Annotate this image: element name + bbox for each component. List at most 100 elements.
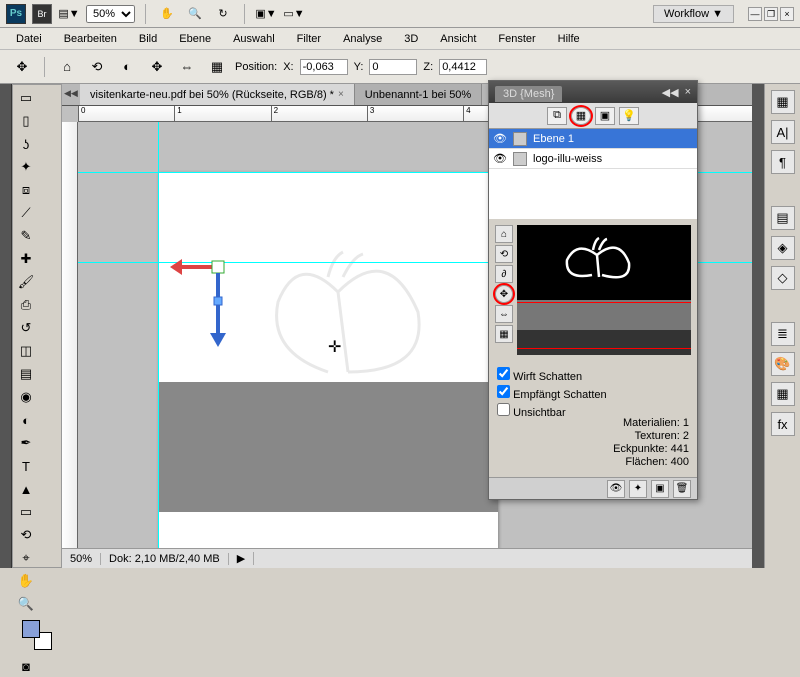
minimize-button[interactable]: —	[748, 7, 762, 21]
preview-scale-icon[interactable]: ▦	[495, 325, 513, 343]
path-select-tool[interactable]: ▲	[15, 478, 37, 500]
character-panel-icon[interactable]: A|	[771, 120, 795, 144]
navigator-panel-icon[interactable]: ▦	[771, 90, 795, 114]
menu-analyse[interactable]: Analyse	[333, 30, 392, 48]
history-panel-icon[interactable]: ≣	[771, 322, 795, 346]
3d-camera-tool[interactable]: ⌖	[15, 547, 37, 569]
pen-tool[interactable]: ✒	[15, 432, 37, 454]
menu-bild[interactable]: Bild	[129, 30, 167, 48]
crop-tool[interactable]: ⧈	[15, 179, 37, 201]
menu-auswahl[interactable]: Auswahl	[223, 30, 285, 48]
zoom-tool[interactable]: 🔍	[15, 593, 37, 615]
close-button[interactable]: ×	[780, 7, 794, 21]
screen-mode-icon[interactable]: ▭▼	[283, 3, 305, 25]
document-tab-inactive[interactable]: Unbenannt-1 bei 50%	[355, 84, 482, 105]
filter-light-icon[interactable]: 💡	[619, 107, 639, 125]
preview-slide-icon[interactable]: ⇔	[495, 305, 513, 323]
3d-panel-tab[interactable]: 3D {Mesh}	[495, 86, 562, 102]
filter-mesh-icon[interactable]: ▦	[571, 107, 591, 125]
new-light-icon[interactable]: ▣	[651, 480, 669, 498]
workspace-switcher[interactable]: Workflow ▼	[653, 5, 734, 23]
menu-bearbeiten[interactable]: Bearbeiten	[54, 30, 127, 48]
3d-scale-icon[interactable]: ▦	[205, 55, 229, 79]
hand-tool[interactable]: ✋	[15, 570, 37, 592]
status-arrow-icon[interactable]: ▶	[229, 552, 254, 565]
zoom-select[interactable]: 50%	[86, 5, 135, 23]
menu-ebene[interactable]: Ebene	[169, 30, 221, 48]
shape-tool[interactable]: ▭	[15, 501, 37, 523]
paragraph-panel-icon[interactable]: ¶	[771, 150, 795, 174]
color-panel-icon[interactable]: 🎨	[771, 352, 795, 376]
marquee-tool[interactable]: ▯	[15, 110, 37, 132]
tool-preset-icon[interactable]: ✥	[10, 55, 34, 79]
render-settings-icon[interactable]: 👁	[607, 480, 625, 498]
status-docsize[interactable]: Dok: 2,10 MB/2,40 MB	[101, 553, 229, 565]
preview-rotate-icon[interactable]: ⟲	[495, 245, 513, 263]
type-tool[interactable]: T	[15, 455, 37, 477]
eyedropper-tool[interactable]: ✎	[15, 225, 37, 247]
preview-drag-icon[interactable]: ✥	[495, 285, 513, 303]
quickmask-icon[interactable]: ◙	[15, 655, 37, 677]
cast-shadow-checkbox[interactable]: Wirft Schatten	[497, 367, 689, 383]
paths-panel-icon[interactable]: ◇	[771, 266, 795, 290]
3d-layer-row[interactable]: 👁 Ebene 1	[489, 129, 697, 149]
slice-tool[interactable]: ⟋	[15, 202, 37, 224]
history-brush-tool[interactable]: ↺	[15, 317, 37, 339]
3d-axis-gizmo[interactable]	[168, 237, 288, 377]
hand-icon[interactable]: ✋	[156, 3, 178, 25]
filter-scene-icon[interactable]: ⧉	[547, 107, 567, 125]
arrange-icon[interactable]: ▣▼	[255, 3, 277, 25]
right-dock-collapse[interactable]	[752, 84, 764, 568]
styles-panel-icon[interactable]: fx	[771, 412, 795, 436]
receive-shadow-checkbox[interactable]: Empfängt Schatten	[497, 385, 689, 401]
position-y-input[interactable]	[369, 59, 417, 75]
wand-tool[interactable]: ✦	[15, 156, 37, 178]
left-dock-collapse[interactable]	[0, 84, 12, 568]
rotate-view-icon[interactable]: ↻	[212, 3, 234, 25]
3d-layer-row[interactable]: 👁 logo-illu-weiss	[489, 149, 697, 169]
tab-scroll-left-icon[interactable]: ◀◀	[64, 88, 78, 99]
3d-rotate-icon[interactable]: ⟲	[85, 55, 109, 79]
film-icon[interactable]: ▤▼	[58, 3, 80, 25]
panel-close-icon[interactable]: ×	[685, 86, 691, 98]
guide-vertical[interactable]	[158, 122, 159, 548]
preview-roll-icon[interactable]: ∂	[495, 265, 513, 283]
bridge-logo-icon[interactable]: Br	[32, 4, 52, 24]
layers-panel-icon[interactable]: ▤	[771, 206, 795, 230]
position-z-input[interactable]	[439, 59, 487, 75]
menu-ansicht[interactable]: Ansicht	[430, 30, 486, 48]
menu-fenster[interactable]: Fenster	[488, 30, 545, 48]
gradient-tool[interactable]: ▤	[15, 363, 37, 385]
status-zoom[interactable]: 50%	[62, 553, 101, 565]
3d-panel[interactable]: 3D {Mesh} ◀◀ × ⧉ ▦ ▣ 💡 👁 Ebene 1 👁 logo-…	[488, 80, 698, 500]
swatches-panel-icon[interactable]: ▦	[771, 382, 795, 406]
filter-material-icon[interactable]: ▣	[595, 107, 615, 125]
menu-filter[interactable]: Filter	[287, 30, 331, 48]
3d-panel-header[interactable]: 3D {Mesh} ◀◀ ×	[489, 81, 697, 103]
menu-hilfe[interactable]: Hilfe	[548, 30, 590, 48]
close-icon[interactable]: ×	[338, 89, 344, 100]
eraser-tool[interactable]: ◫	[15, 340, 37, 362]
3d-slide-icon[interactable]: ⇔	[175, 55, 199, 79]
visibility-icon[interactable]: 👁	[493, 132, 507, 146]
3d-preview[interactable]	[517, 225, 691, 355]
3d-drag-icon[interactable]: ✥	[145, 55, 169, 79]
channels-panel-icon[interactable]: ◈	[771, 236, 795, 260]
3d-roll-icon[interactable]: ◐	[115, 55, 139, 79]
restore-button[interactable]: ❐	[764, 7, 778, 21]
zoom-icon[interactable]: 🔍	[184, 3, 206, 25]
lasso-tool[interactable]: ʖ	[15, 133, 37, 155]
light-toggle-icon[interactable]: ✦	[629, 480, 647, 498]
visibility-icon[interactable]: 👁	[493, 152, 507, 166]
3d-rotate-tool[interactable]: ⟲	[15, 524, 37, 546]
stamp-tool[interactable]: ⎙	[15, 294, 37, 316]
move-tool[interactable]: ▭	[15, 87, 37, 109]
dodge-tool[interactable]: ◐	[15, 409, 37, 431]
menu-3d[interactable]: 3D	[394, 30, 428, 48]
panel-collapse-icon[interactable]: ◀◀	[662, 86, 679, 99]
3d-home-icon[interactable]: ⌂	[55, 55, 79, 79]
blur-tool[interactable]: ◉	[15, 386, 37, 408]
brush-tool[interactable]: 🖌	[15, 271, 37, 293]
document-tab-active[interactable]: visitenkarte-neu.pdf bei 50% (Rückseite,…	[80, 84, 355, 105]
menu-datei[interactable]: Datei	[6, 30, 52, 48]
